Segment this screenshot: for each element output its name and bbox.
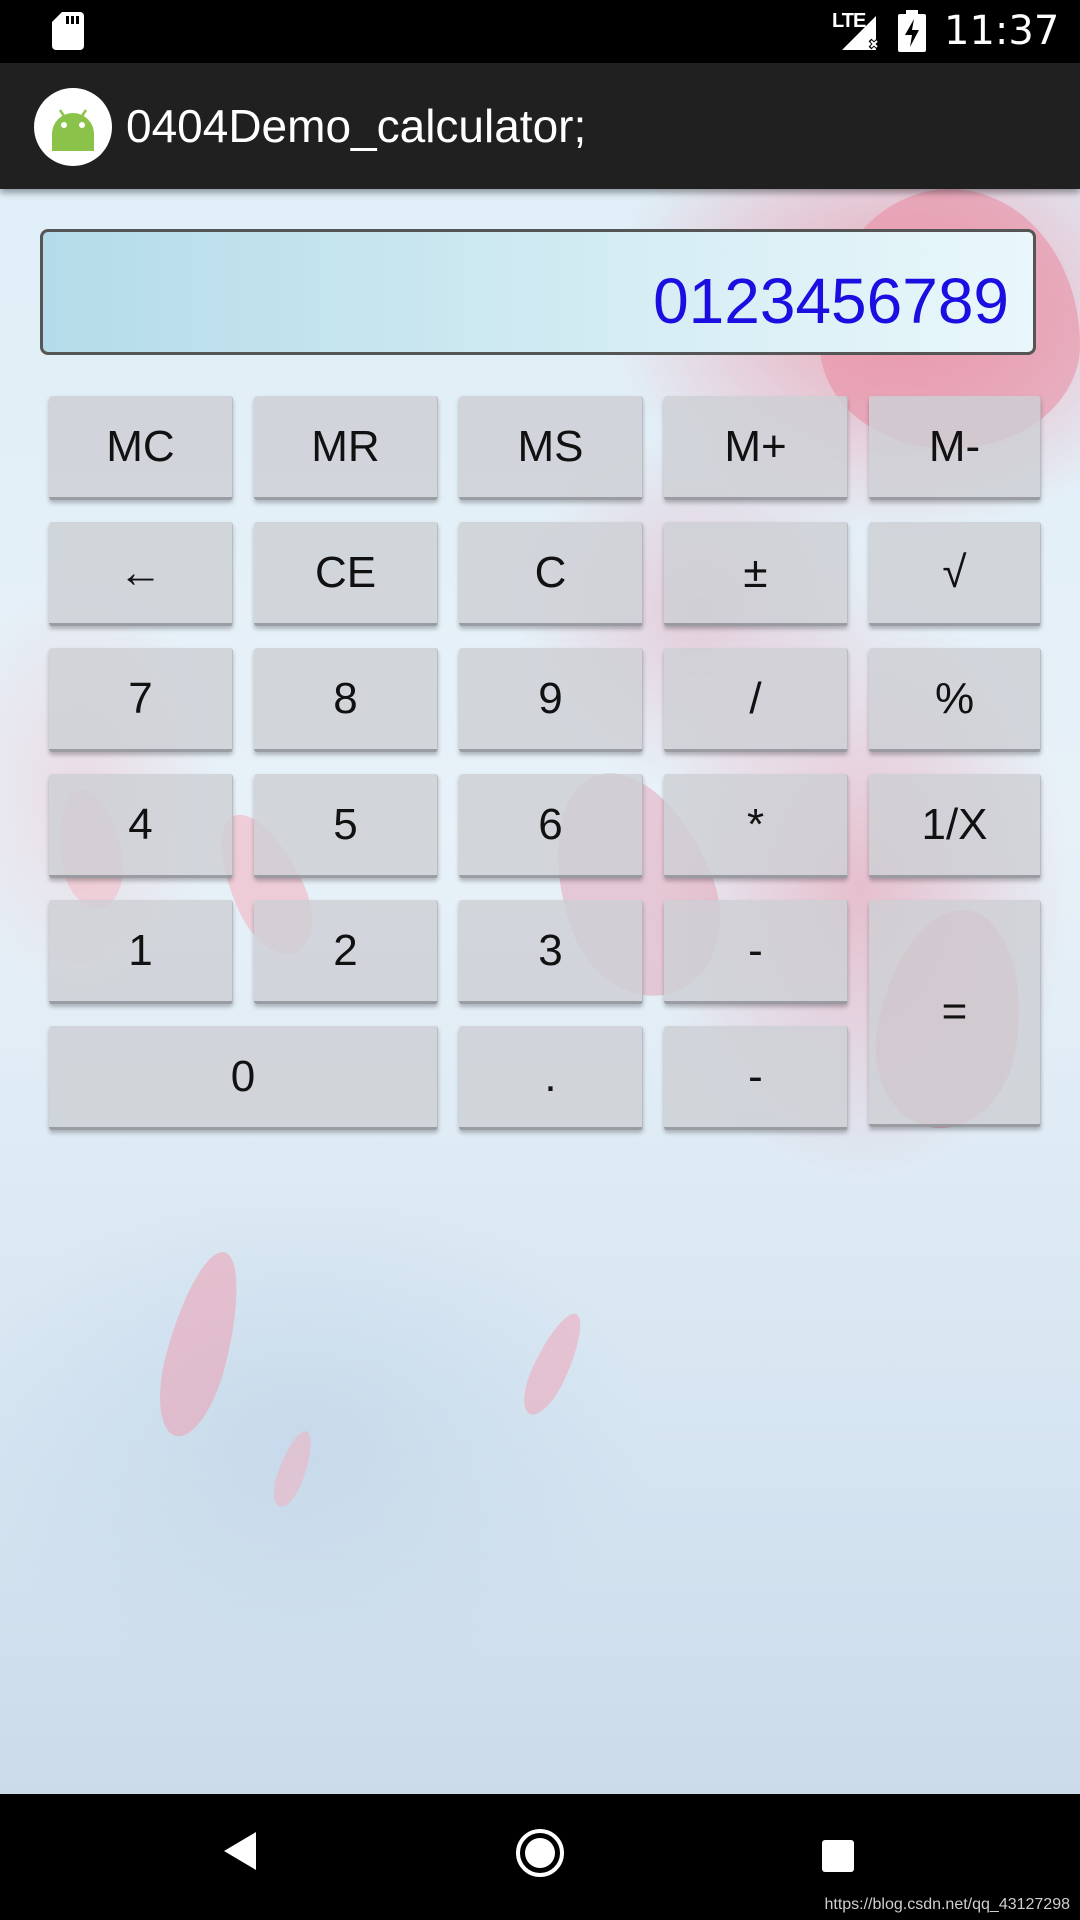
status-clock: 11:37 (944, 8, 1060, 54)
background-petal (267, 1426, 319, 1512)
subtract-button-2[interactable]: - (664, 1026, 848, 1130)
decimal-point-button[interactable]: . (459, 1026, 643, 1130)
divide-button[interactable]: / (664, 648, 848, 752)
memory-subtract-button[interactable]: M- (869, 396, 1041, 500)
digit-5-button[interactable]: 5 (254, 774, 438, 878)
back-icon[interactable] (222, 1830, 258, 1872)
status-bar: LTE 11:37 (0, 0, 1080, 63)
display-value: 0123456789 (653, 265, 1009, 337)
background-petal (514, 1306, 592, 1422)
multiply-button[interactable]: * (664, 774, 848, 878)
digit-3-button[interactable]: 3 (459, 900, 643, 1004)
screen: LTE 11:37 0404Demo_calculator; 012345678… (0, 0, 1080, 1920)
square-root-button[interactable]: √ (869, 522, 1041, 626)
plus-minus-button[interactable]: ± (664, 522, 848, 626)
signal-icon (842, 16, 880, 50)
clear-button[interactable]: C (459, 522, 643, 626)
digit-8-button[interactable]: 8 (254, 648, 438, 752)
digit-6-button[interactable]: 6 (459, 774, 643, 878)
backspace-button[interactable]: ← (49, 522, 233, 626)
digit-7-button[interactable]: 7 (49, 648, 233, 752)
background-petal (146, 1244, 254, 1444)
digit-0-button[interactable]: 0 (49, 1026, 438, 1130)
reciprocal-button[interactable]: 1/X (869, 774, 1041, 878)
watermark: https://blog.csdn.net/qq_43127298 (824, 1896, 1070, 1913)
subtract-button[interactable]: - (664, 900, 848, 1004)
equals-button[interactable]: = (869, 900, 1041, 1127)
digit-4-button[interactable]: 4 (49, 774, 233, 878)
navigation-bar: https://blog.csdn.net/qq_43127298 (0, 1794, 1080, 1920)
digit-1-button[interactable]: 1 (49, 900, 233, 1004)
android-icon (34, 88, 112, 166)
digit-9-button[interactable]: 9 (459, 648, 643, 752)
home-icon[interactable] (515, 1828, 565, 1878)
digit-2-button[interactable]: 2 (254, 900, 438, 1004)
percent-button[interactable]: % (869, 648, 1041, 752)
action-bar: 0404Demo_calculator; (0, 63, 1080, 189)
memory-recall-button[interactable]: MR (254, 396, 438, 500)
calculator-content: 0123456789 MC MR MS M+ M- ← CE C ± √ 7 8… (0, 189, 1080, 1794)
clear-entry-button[interactable]: CE (254, 522, 438, 626)
result-display: 0123456789 (40, 229, 1036, 355)
app-title: 0404Demo_calculator; (126, 100, 587, 152)
recents-icon[interactable] (822, 1840, 854, 1872)
memory-add-button[interactable]: M+ (664, 396, 848, 500)
memory-clear-button[interactable]: MC (49, 396, 233, 500)
sd-card-icon (52, 12, 84, 50)
battery-charging-icon (898, 10, 926, 52)
memory-store-button[interactable]: MS (459, 396, 643, 500)
